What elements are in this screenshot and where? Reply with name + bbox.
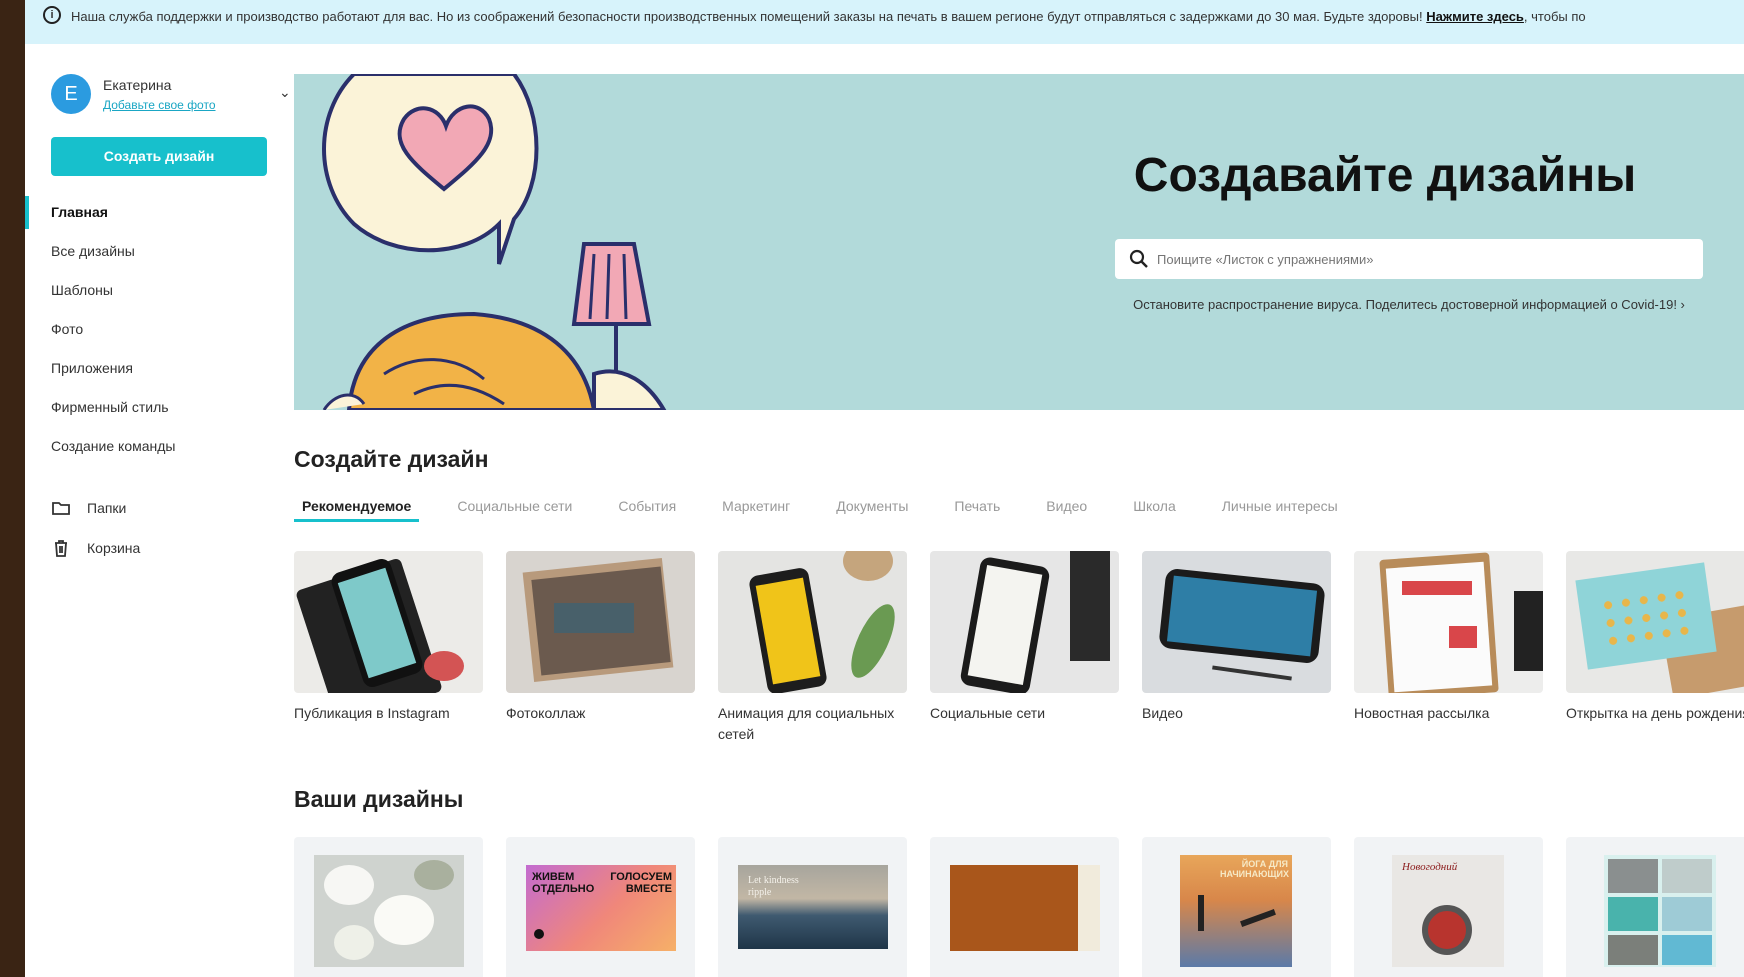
design-type-card[interactable]: Открытка на день рождения	[1566, 551, 1744, 724]
create-design-button[interactable]: Создать дизайн	[51, 137, 267, 176]
card-thumbnail	[1566, 551, 1744, 693]
tab-events[interactable]: События	[610, 494, 684, 530]
tab-marketing[interactable]: Маркетинг	[714, 494, 798, 530]
design-thumbnail	[950, 865, 1100, 951]
tab-personal[interactable]: Личные интересы	[1214, 494, 1346, 530]
account-switcher[interactable]: E Екатерина Добавьте свое фото ⌄	[51, 74, 291, 118]
sidebar-item-apps[interactable]: Приложения	[25, 349, 285, 388]
card-label: Открытка на день рождения	[1566, 705, 1744, 721]
design-card[interactable]: Let kindness ripple	[718, 837, 907, 977]
card-thumbnail	[718, 551, 907, 693]
card-label: Новостная рассылка	[1354, 705, 1490, 721]
card-label: Анимация для социальных сетей	[718, 705, 895, 742]
category-tabs: Рекомендуемое Социальные сети События Марке…	[294, 494, 1376, 530]
sidebar-item-create-team[interactable]: Создание команды	[25, 427, 285, 466]
tab-video[interactable]: Видео	[1038, 494, 1095, 530]
hero-banner: Создавайте дизайны Остановите распростра…	[294, 74, 1744, 410]
sidebar-item-trash[interactable]: Корзина	[51, 530, 271, 570]
card-thumbnail	[1354, 551, 1543, 693]
hero-title: Создавайте дизайны	[1133, 149, 1637, 202]
create-section-title: Создайте дизайн	[294, 446, 489, 472]
design-type-card[interactable]: Анимация для социальных сетей	[718, 551, 907, 745]
thumb-text: Новогодний	[1402, 861, 1458, 873]
design-thumbnail: ЖИВЕМ ОТДЕЛЬНО ГОЛОСУЕМ ВМЕСТЕ	[526, 865, 676, 951]
design-thumbnail: ЙОГА ДЛЯ НАЧИНАЮЩИХ	[1180, 855, 1292, 967]
sidebar-item-home[interactable]: Главная	[25, 193, 285, 232]
trash-icon	[55, 540, 67, 557]
design-card[interactable]: ЖИВЕМ ОТДЕЛЬНО ГОЛОСУЕМ ВМЕСТЕ	[506, 837, 695, 977]
thumb-text: Let kindness ripple	[748, 875, 799, 898]
app-window: i Наша служба поддержки и производство р…	[25, 0, 1744, 977]
search-icon	[1129, 249, 1148, 268]
sidebar-item-folders[interactable]: Папки	[51, 490, 271, 530]
design-type-card[interactable]: Публикация в Instagram	[294, 551, 483, 724]
sidebar-item-label: Корзина	[87, 540, 141, 556]
tab-print[interactable]: Печать	[946, 494, 1008, 530]
tab-school[interactable]: Школа	[1125, 494, 1184, 530]
card-thumbnail	[506, 551, 695, 693]
add-photo-link[interactable]: Добавьте свое фото	[103, 98, 216, 112]
thumb-text: ЙОГА ДЛЯ НАЧИНАЮЩИХ	[1220, 859, 1290, 879]
avatar: E	[51, 74, 91, 114]
hero-illustration	[322, 74, 667, 410]
sidebar-item-photos[interactable]: Фото	[25, 310, 285, 349]
sidebar-storage: Папки Корзина	[51, 490, 271, 570]
chevron-down-icon[interactable]: ⌄	[279, 84, 291, 101]
card-thumbnail	[294, 551, 483, 693]
tab-recommended[interactable]: Рекомендуемое	[294, 494, 420, 530]
notice-banner: i Наша служба поддержки и производство р…	[25, 0, 1744, 44]
design-type-card[interactable]: Видео	[1142, 551, 1331, 724]
thumb-text: ЖИВЕМ ОТДЕЛЬНО	[532, 871, 595, 895]
tab-social[interactable]: Социальные сети	[449, 494, 580, 530]
design-thumbnail: Let kindness ripple	[738, 865, 888, 949]
design-card[interactable]	[930, 837, 1119, 977]
card-thumbnail	[930, 551, 1119, 693]
sidebar-item-templates[interactable]: Шаблоны	[25, 271, 285, 310]
user-name: Екатерина	[103, 77, 172, 93]
design-type-card[interactable]: Социальные сети	[930, 551, 1119, 724]
card-label: Фотоколлаж	[506, 705, 586, 721]
card-label: Видео	[1142, 705, 1183, 721]
sidebar-nav: Главная Все дизайны Шаблоны Фото Приложе…	[25, 193, 285, 466]
banner-link[interactable]: Нажмите здесь	[1426, 9, 1524, 24]
sidebar-item-label: Папки	[87, 500, 127, 516]
design-card[interactable]	[1566, 837, 1744, 977]
design-card[interactable]: Новогодний	[1354, 837, 1543, 977]
design-thumbnail: Новогодний	[1392, 855, 1504, 967]
design-card[interactable]: ЙОГА ДЛЯ НАЧИНАЮЩИХ	[1142, 837, 1331, 977]
search-input[interactable]	[1157, 239, 1687, 279]
sidebar-item-all-designs[interactable]: Все дизайны	[25, 232, 285, 271]
search-box[interactable]	[1115, 239, 1703, 279]
your-designs-title: Ваши дизайны	[294, 786, 464, 812]
design-type-card[interactable]: Новостная рассылка	[1354, 551, 1543, 724]
banner-tail: , чтобы по	[1523, 9, 1586, 24]
tab-documents[interactable]: Документы	[828, 494, 916, 530]
covid-info-link[interactable]: Остановите распространение вируса. Подел…	[1112, 294, 1706, 315]
design-thumbnail	[1604, 855, 1716, 967]
design-type-card[interactable]: Фотоколлаж	[506, 551, 695, 724]
thumb-text: ГОЛОСУЕМ ВМЕСТЕ	[610, 871, 672, 895]
info-icon: i	[43, 6, 61, 24]
banner-text: Наша служба поддержки и производство раб…	[71, 9, 1423, 24]
card-label: Социальные сети	[930, 705, 1046, 721]
design-card[interactable]	[294, 837, 483, 977]
card-thumbnail	[1142, 551, 1331, 693]
design-thumbnail	[314, 855, 464, 967]
folder-icon	[52, 502, 70, 515]
card-label: Публикация в Instagram	[294, 705, 450, 721]
sidebar-item-brand-kit[interactable]: Фирменный стиль	[25, 388, 285, 427]
